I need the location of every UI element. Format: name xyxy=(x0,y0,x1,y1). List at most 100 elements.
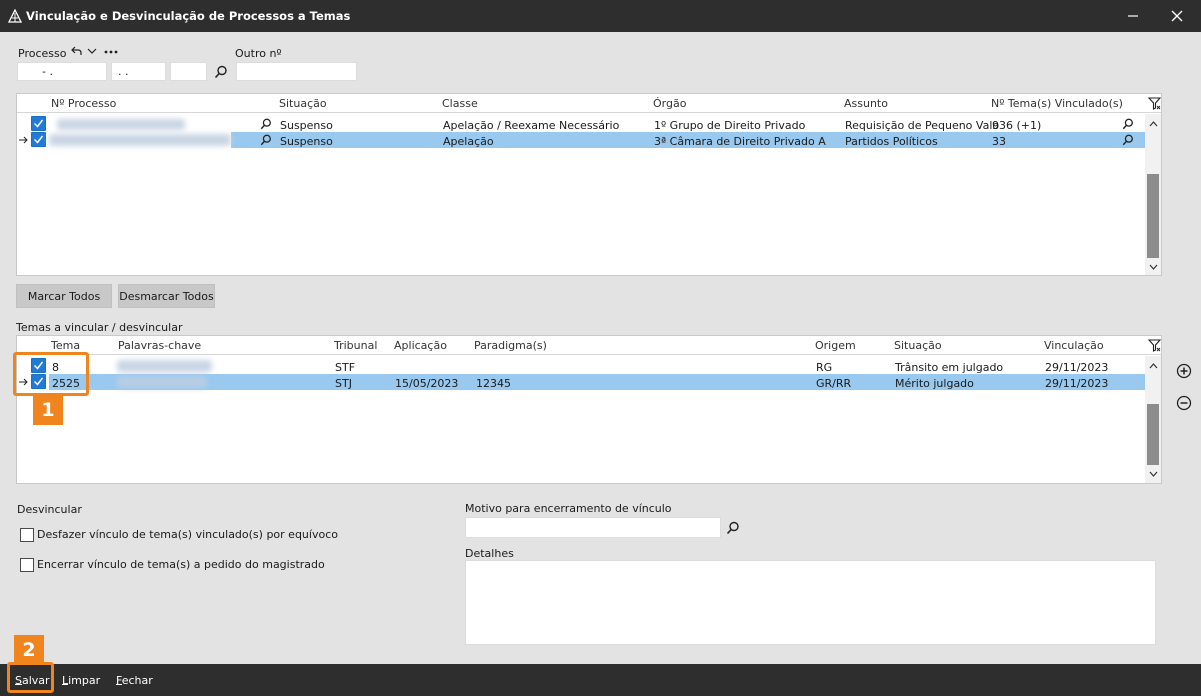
scroll-up-icon[interactable] xyxy=(1145,116,1161,132)
cell-origem: RG xyxy=(816,361,833,374)
col-tema[interactable]: Tema xyxy=(51,339,80,352)
table-row[interactable]: Suspenso Apelação / Reexame Necessário 1… xyxy=(17,116,1145,132)
processo-field-2[interactable]: . . xyxy=(111,62,166,81)
undo-icon[interactable] xyxy=(71,46,82,56)
redacted-palavras-chave xyxy=(117,376,207,388)
cell-situacao: Trânsito em julgado xyxy=(895,361,1004,374)
cell-assunto: Partidos Políticos xyxy=(845,135,938,148)
desfazer-vinculo-label[interactable]: Desfazer vínculo de tema(s) vinculado(s)… xyxy=(37,528,338,541)
app-logo-icon xyxy=(8,9,22,23)
cell-classe: Apelação / Reexame Necessário xyxy=(443,119,620,132)
callout-2-box xyxy=(7,662,54,693)
filter-icon[interactable] xyxy=(1148,97,1161,110)
row-selection-highlight xyxy=(49,374,1145,390)
cell-vinculacao: 29/11/2023 xyxy=(1045,377,1109,390)
motivo-input[interactable] xyxy=(465,517,721,538)
processo-field-3[interactable] xyxy=(170,62,207,81)
search-icon[interactable] xyxy=(726,521,740,535)
temas-scrollbar[interactable] xyxy=(1145,356,1161,483)
col-tribunal[interactable]: Tribunal xyxy=(334,339,377,352)
minimize-icon xyxy=(1128,15,1138,17)
cell-orgao: 3ª Câmara de Direito Privado A xyxy=(654,135,826,148)
add-tema-icon[interactable] xyxy=(1176,363,1192,379)
fechar-button[interactable]: Fechar xyxy=(116,674,153,687)
processes-grid: Nº Processo Situação Classe Órgão Assunt… xyxy=(16,93,1162,276)
col-assunto[interactable]: Assunto xyxy=(844,97,888,110)
cell-orgao: 1º Grupo de Direito Privado xyxy=(654,119,806,132)
col-vinculacao[interactable]: Vinculação xyxy=(1044,339,1104,352)
processes-grid-header: Nº Processo Situação Classe Órgão Assunt… xyxy=(17,94,1161,113)
search-icon[interactable] xyxy=(1122,118,1134,130)
scrollbar-thumb[interactable] xyxy=(1147,174,1159,258)
processo-label: Processo xyxy=(18,47,67,60)
cell-assunto: Requisição de Pequeno Valo xyxy=(845,119,1000,132)
search-icon[interactable] xyxy=(1122,134,1134,146)
processo-field-1[interactable]: - . xyxy=(17,62,107,81)
redacted-numero xyxy=(57,119,185,130)
cell-temas: 33 xyxy=(992,135,1006,148)
col-temas-vinculados[interactable]: Nº Tema(s) Vinculado(s) xyxy=(991,97,1123,110)
limpar-button[interactable]: Limpar xyxy=(62,674,100,687)
cell-situacao: Suspenso xyxy=(280,119,333,132)
col-aplicacao[interactable]: Aplicação xyxy=(394,339,447,352)
close-button[interactable] xyxy=(1155,0,1199,32)
search-icon[interactable] xyxy=(260,134,272,146)
col-numero-processo[interactable]: Nº Processo xyxy=(51,97,116,110)
table-row[interactable]: Suspenso Apelação 3ª Câmara de Direito P… xyxy=(17,132,1145,148)
row-checkbox[interactable] xyxy=(31,132,46,147)
detalhes-label: Detalhes xyxy=(465,547,514,560)
processes-scrollbar[interactable] xyxy=(1145,114,1161,275)
action-bar: Salvar Limpar Fechar xyxy=(0,664,1201,696)
cell-situacao: Mérito julgado xyxy=(895,377,974,390)
cell-paradigma: 12345 xyxy=(476,377,511,390)
callout-1-badge: 1 xyxy=(33,395,63,425)
col-paradigmas[interactable]: Paradigma(s) xyxy=(474,339,547,352)
search-icon[interactable] xyxy=(214,65,228,79)
chevron-down-icon[interactable] xyxy=(87,47,97,55)
minimize-button[interactable] xyxy=(1111,0,1155,32)
cell-situacao: Suspenso xyxy=(280,135,333,148)
cell-vinculacao: 29/11/2023 xyxy=(1045,361,1109,374)
cell-aplicacao: 15/05/2023 xyxy=(395,377,459,390)
scroll-down-icon[interactable] xyxy=(1145,466,1161,482)
motivo-label: Motivo para encerramento de vínculo xyxy=(465,502,672,515)
outro-label: Outro nº xyxy=(235,47,282,60)
temas-grid-header: Tema Palavras-chave Tribunal Aplicação P… xyxy=(17,336,1161,355)
col-situacao[interactable]: Situação xyxy=(894,339,942,352)
encerrar-vinculo-label[interactable]: Encerrar vínculo de tema(s) a pedido do … xyxy=(37,558,325,571)
current-row-arrow-icon xyxy=(19,136,28,144)
more-icon[interactable] xyxy=(104,50,118,54)
encerrar-vinculo-checkbox[interactable] xyxy=(20,558,34,572)
cell-tribunal: STF xyxy=(335,361,356,374)
col-origem[interactable]: Origem xyxy=(815,339,856,352)
filter-icon[interactable] xyxy=(1148,339,1161,352)
redacted-palavras-chave xyxy=(117,360,212,372)
cell-tribunal: STJ xyxy=(335,377,352,390)
row-checkbox[interactable] xyxy=(31,116,46,131)
desmarcar-todos-button[interactable]: Desmarcar Todos xyxy=(118,284,215,308)
col-situacao[interactable]: Situação xyxy=(279,97,327,110)
search-icon[interactable] xyxy=(260,118,272,130)
close-icon xyxy=(1171,10,1183,22)
temas-grid: Tema Palavras-chave Tribunal Aplicação P… xyxy=(16,335,1162,484)
temas-section-label: Temas a vincular / desvincular xyxy=(16,321,183,334)
scroll-down-icon[interactable] xyxy=(1145,259,1161,275)
desfazer-vinculo-checkbox[interactable] xyxy=(20,528,34,542)
col-orgao[interactable]: Órgão xyxy=(653,97,686,110)
col-classe[interactable]: Classe xyxy=(442,97,478,110)
table-row[interactable]: 2525 STJ 15/05/2023 12345 GR/RR Mérito j… xyxy=(17,374,1145,390)
limpar-accelerator-underline xyxy=(62,684,68,685)
cell-origem: GR/RR xyxy=(816,377,852,390)
remove-tema-icon[interactable] xyxy=(1176,395,1192,411)
marcar-todos-button[interactable]: Marcar Todos xyxy=(16,284,112,308)
cell-temas: 936 (+1) xyxy=(992,119,1042,132)
window-title: Vinculação e Desvinculação de Processos … xyxy=(26,9,351,23)
fechar-accelerator-underline xyxy=(116,684,122,685)
col-palavras-chave[interactable]: Palavras-chave xyxy=(118,339,201,352)
detalhes-textarea[interactable] xyxy=(465,560,1156,645)
scroll-up-icon[interactable] xyxy=(1145,358,1161,374)
scrollbar-thumb[interactable] xyxy=(1147,404,1159,465)
table-row[interactable]: 8 STF RG Trânsito em julgado 29/11/2023 xyxy=(17,358,1145,374)
outro-numero-input[interactable] xyxy=(236,62,357,81)
callout-1-box xyxy=(13,352,89,396)
